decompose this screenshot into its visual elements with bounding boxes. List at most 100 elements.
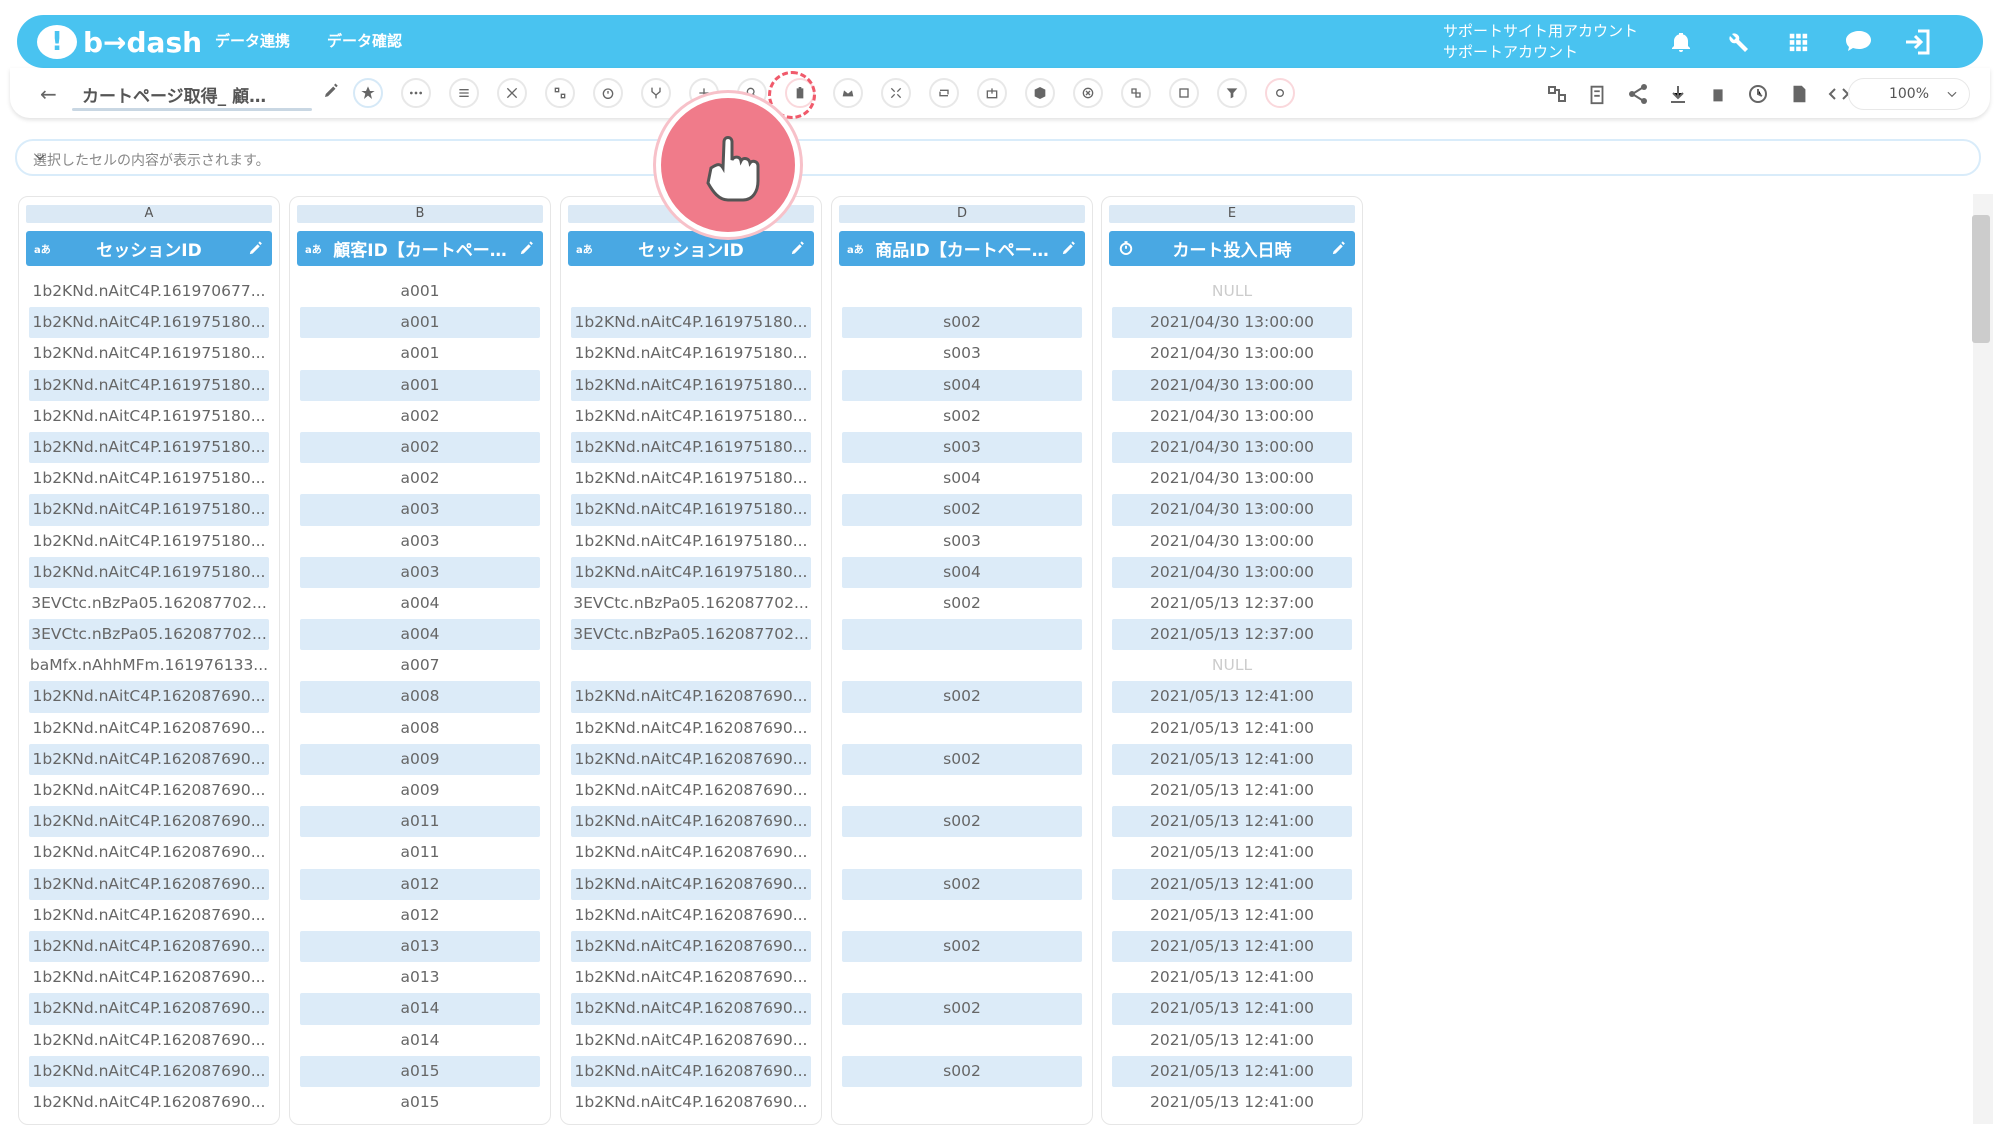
table-cell[interactable]: 2021/04/30 13:00:00 bbox=[1112, 463, 1352, 494]
table-cell[interactable]: 1b2KNd.nAitC4P.161975180... bbox=[29, 526, 269, 557]
table-cell[interactable]: a008 bbox=[300, 713, 540, 744]
table-cell[interactable] bbox=[842, 837, 1082, 868]
table-cell[interactable] bbox=[842, 276, 1082, 307]
table-cell[interactable]: 1b2KNd.nAitC4P.162087690... bbox=[29, 868, 269, 900]
table-cell[interactable]: 1b2KNd.nAitC4P.161975180... bbox=[571, 431, 811, 464]
table-cell[interactable]: 2021/04/30 13:00:00 bbox=[1112, 338, 1352, 369]
repeat-tool-icon[interactable] bbox=[929, 78, 959, 108]
table-cell[interactable]: s002 bbox=[842, 1055, 1082, 1087]
table-cell[interactable]: 1b2KNd.nAitC4P.162087690... bbox=[571, 837, 811, 868]
table-cell[interactable]: a004 bbox=[300, 588, 540, 619]
chat-icon[interactable] bbox=[1842, 25, 1876, 59]
table-cell[interactable]: a003 bbox=[300, 556, 540, 588]
table-cell[interactable]: s002 bbox=[842, 494, 1082, 526]
table-cell[interactable]: 2021/04/30 13:00:00 bbox=[1112, 494, 1352, 526]
table-cell[interactable]: 1b2KNd.nAitC4P.161975180... bbox=[571, 463, 811, 494]
table-cell[interactable]: s002 bbox=[842, 307, 1082, 339]
settings-tool-icon[interactable] bbox=[1265, 78, 1295, 108]
expand-tool-icon[interactable] bbox=[881, 78, 911, 108]
zoom-select[interactable]: 100% bbox=[1848, 78, 1970, 110]
table-cell[interactable]: s002 bbox=[842, 401, 1082, 432]
table-cell[interactable]: 1b2KNd.nAitC4P.162087690... bbox=[29, 837, 269, 868]
table-cell[interactable]: baMfx.nAhhMFm.161976133... bbox=[29, 650, 269, 681]
table-cell[interactable]: 2021/04/30 13:00:00 bbox=[1112, 431, 1352, 464]
column-header[interactable]: aあ セッションID bbox=[26, 231, 272, 266]
share-flow-icon[interactable] bbox=[1543, 80, 1571, 108]
table-cell[interactable] bbox=[842, 713, 1082, 744]
table-cell[interactable]: 2021/05/13 12:41:00 bbox=[1112, 1055, 1352, 1087]
table-cell[interactable] bbox=[571, 650, 811, 681]
table-cell[interactable] bbox=[842, 619, 1082, 651]
table-cell[interactable]: 2021/04/30 13:00:00 bbox=[1112, 556, 1352, 588]
clipboard-icon[interactable] bbox=[1583, 80, 1611, 108]
table-cell[interactable]: 2021/05/13 12:41:00 bbox=[1112, 806, 1352, 838]
table-cell[interactable]: 2021/05/13 12:41:00 bbox=[1112, 962, 1352, 993]
table-cell[interactable]: 1b2KNd.nAitC4P.161975180... bbox=[571, 338, 811, 369]
package-tool-icon[interactable] bbox=[1025, 78, 1055, 108]
table-cell[interactable]: 1b2KNd.nAitC4P.162087690... bbox=[571, 930, 811, 963]
filter-tool-icon[interactable] bbox=[1217, 78, 1247, 108]
table-cell[interactable]: s003 bbox=[842, 526, 1082, 557]
table-cell[interactable]: 2021/05/13 12:41:00 bbox=[1112, 993, 1352, 1025]
table-cell[interactable]: 1b2KNd.nAitC4P.162087690... bbox=[29, 806, 269, 838]
table-cell[interactable] bbox=[842, 1087, 1082, 1118]
cut-tool-icon[interactable] bbox=[497, 78, 527, 108]
table-cell[interactable]: a002 bbox=[300, 431, 540, 464]
table-cell[interactable]: a014 bbox=[300, 993, 540, 1025]
table-cell[interactable]: 1b2KNd.nAitC4P.161975180... bbox=[29, 307, 269, 339]
edit-column-icon[interactable] bbox=[518, 240, 535, 262]
table-cell[interactable]: 1b2KNd.nAitC4P.162087690... bbox=[29, 1087, 269, 1118]
transform-tool-icon[interactable] bbox=[1121, 78, 1151, 108]
table-cell[interactable]: 1b2KNd.nAitC4P.162087690... bbox=[571, 993, 811, 1025]
table-cell[interactable]: 2021/05/13 12:41:00 bbox=[1112, 681, 1352, 713]
favorite-tool-icon[interactable] bbox=[353, 78, 383, 108]
table-cell[interactable]: 1b2KNd.nAitC4P.162087690... bbox=[571, 775, 811, 806]
table-cell[interactable]: 1b2KNd.nAitC4P.162087690... bbox=[29, 713, 269, 744]
timer-tool-icon[interactable] bbox=[593, 78, 623, 108]
edit-column-icon[interactable] bbox=[247, 240, 264, 262]
table-cell[interactable]: 1b2KNd.nAitC4P.161975180... bbox=[29, 494, 269, 526]
table-cell[interactable]: 1b2KNd.nAitC4P.162087690... bbox=[571, 962, 811, 993]
column-header[interactable]: aあ セッションID bbox=[568, 231, 814, 266]
column-header[interactable]: aあ 商品ID【カートペー… bbox=[839, 231, 1085, 266]
table-cell[interactable]: 1b2KNd.nAitC4P.162087690... bbox=[29, 993, 269, 1025]
table-cell[interactable]: 1b2KNd.nAitC4P.162087690... bbox=[29, 775, 269, 806]
table-cell[interactable]: s002 bbox=[842, 681, 1082, 713]
table-cell[interactable]: a004 bbox=[300, 619, 540, 651]
table-cell[interactable]: 1b2KNd.nAitC4P.162087690... bbox=[571, 1025, 811, 1056]
table-cell[interactable]: a007 bbox=[300, 650, 540, 681]
table-cell[interactable]: 2021/05/13 12:41:00 bbox=[1112, 713, 1352, 744]
box-plus-tool-icon[interactable] bbox=[977, 78, 1007, 108]
table-cell[interactable]: a001 bbox=[300, 369, 540, 401]
column-letter[interactable]: A bbox=[26, 205, 272, 223]
table-cell[interactable]: 1b2KNd.nAitC4P.161975180... bbox=[29, 401, 269, 432]
list-tool-icon[interactable] bbox=[449, 78, 479, 108]
nav-data-check[interactable]: データ確認 bbox=[327, 30, 402, 51]
table-cell[interactable]: 1b2KNd.nAitC4P.162087690... bbox=[29, 930, 269, 963]
table-cell[interactable]: 1b2KNd.nAitC4P.161975180... bbox=[571, 494, 811, 526]
table-cell[interactable]: 1b2KNd.nAitC4P.162087690... bbox=[571, 900, 811, 931]
history-icon[interactable] bbox=[1744, 80, 1772, 108]
table-cell[interactable]: s003 bbox=[842, 338, 1082, 369]
table-cell[interactable]: 2021/05/13 12:41:00 bbox=[1112, 743, 1352, 775]
table-cell[interactable]: 1b2KNd.nAitC4P.161975180... bbox=[571, 369, 811, 401]
table-cell[interactable]: 2021/05/13 12:41:00 bbox=[1112, 900, 1352, 931]
cancel-tool-icon[interactable] bbox=[1073, 78, 1103, 108]
table-cell[interactable]: 1b2KNd.nAitC4P.161975180... bbox=[571, 556, 811, 588]
table-cell[interactable]: 1b2KNd.nAitC4P.161975180... bbox=[29, 431, 269, 464]
table-cell[interactable]: a002 bbox=[300, 401, 540, 432]
table-cell[interactable]: a003 bbox=[300, 526, 540, 557]
back-button[interactable]: ← bbox=[40, 82, 57, 106]
table-cell[interactable]: a015 bbox=[300, 1087, 540, 1118]
table-cell[interactable]: a012 bbox=[300, 868, 540, 900]
table-cell[interactable]: 1b2KNd.nAitC4P.162087690... bbox=[29, 681, 269, 713]
table-cell[interactable]: a012 bbox=[300, 900, 540, 931]
table-cell[interactable]: a015 bbox=[300, 1055, 540, 1087]
table-cell[interactable]: 2021/05/13 12:41:00 bbox=[1112, 775, 1352, 806]
table-cell[interactable]: 2021/04/30 13:00:00 bbox=[1112, 401, 1352, 432]
table-cell[interactable]: NULL bbox=[1112, 650, 1352, 681]
column-letter[interactable]: B bbox=[297, 205, 543, 223]
merge-tool-icon[interactable] bbox=[545, 78, 575, 108]
table-cell[interactable]: 1b2KNd.nAitC4P.162087690... bbox=[571, 713, 811, 744]
table-cell[interactable]: 1b2KNd.nAitC4P.162087690... bbox=[571, 681, 811, 713]
